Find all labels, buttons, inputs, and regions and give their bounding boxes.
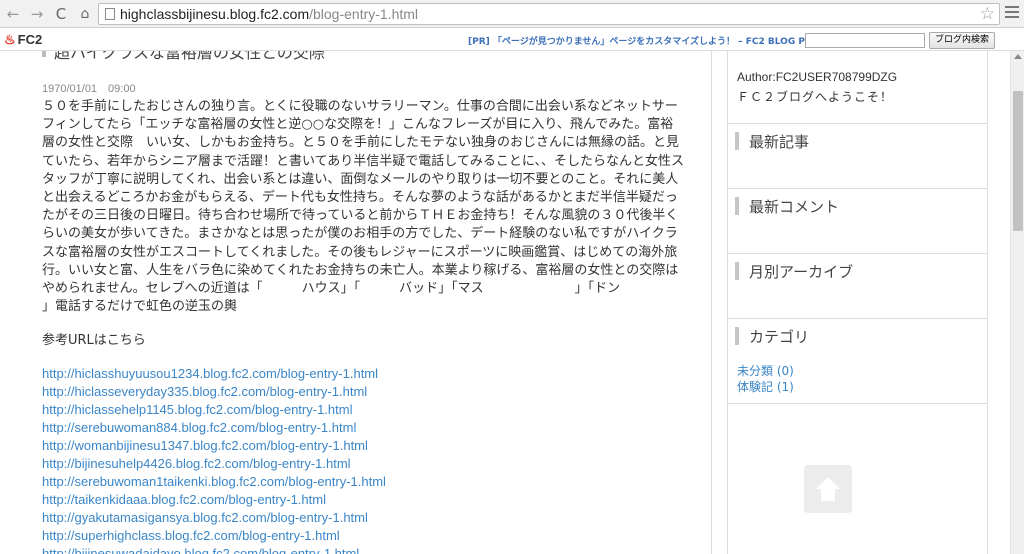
reference-link[interactable]: http://gyakutamasigansya.blog.fc2.com/bl… bbox=[42, 510, 368, 525]
reference-link[interactable]: http://womanbijinesu1347.blog.fc2.com/bl… bbox=[42, 438, 368, 453]
entry-date: 1970/01/01 09:00 bbox=[42, 83, 136, 95]
title-accent-bar bbox=[42, 51, 46, 57]
list-item[interactable]: http://hiclassehelp1145.blog.fc2.com/blo… bbox=[42, 401, 386, 419]
arrow-up-icon bbox=[816, 477, 840, 501]
recent-entries-heading: 最新記事 bbox=[728, 123, 987, 156]
forward-arrow-icon[interactable]: → bbox=[27, 4, 47, 24]
list-item[interactable]: http://womanbijinesu1347.blog.fc2.com/bl… bbox=[42, 437, 386, 455]
category-list: 未分類 (0) 体験記 (1) bbox=[737, 363, 794, 395]
blog-search-button[interactable]: ブログ内検索 bbox=[929, 32, 995, 49]
page-content: 超ハイクラスな富裕層の女性との交際 1970/01/01 09:00 ５０を手前… bbox=[0, 51, 1010, 554]
categories-label: カテゴリ bbox=[749, 328, 810, 346]
reference-link[interactable]: http://hiclasseveryday335.blog.fc2.com/b… bbox=[42, 384, 367, 399]
reference-link[interactable]: http://hiclasshuyuusou1234.blog.fc2.com/… bbox=[42, 366, 378, 381]
list-item[interactable]: http://hiclasseveryday335.blog.fc2.com/b… bbox=[42, 383, 386, 401]
archives-heading: 月別アーカイブ bbox=[728, 253, 987, 286]
list-item[interactable]: http://bijinesuhelp4426.blog.fc2.com/blo… bbox=[42, 455, 386, 473]
scroll-to-top-button[interactable] bbox=[804, 465, 852, 513]
list-item[interactable]: http://serebuwoman884.blog.fc2.com/blog-… bbox=[42, 419, 386, 437]
browser-menu-icon[interactable] bbox=[1005, 6, 1019, 20]
address-bar[interactable]: highclassbijinesu.blog.fc2.com/blog-entr… bbox=[98, 3, 1000, 25]
category-link[interactable]: 体験記 (1) bbox=[737, 379, 794, 395]
page-icon bbox=[105, 8, 115, 20]
reference-link-list: http://hiclasshuyuusou1234.blog.fc2.com/… bbox=[42, 365, 386, 554]
main-column: 超ハイクラスな富裕層の女性との交際 1970/01/01 09:00 ５０を手前… bbox=[26, 51, 712, 554]
welcome-text: ＦＣ２ブログへようこそ！ bbox=[737, 90, 894, 104]
list-item[interactable]: http://taikenkidaaa.blog.fc2.com/blog-en… bbox=[42, 491, 386, 509]
author-name: Author:FC2USER708799DZG bbox=[737, 70, 898, 84]
fc2-logo-text: FC2 bbox=[17, 32, 43, 47]
url-text: highclassbijinesu.blog.fc2.com/blog-entr… bbox=[120, 5, 418, 24]
recent-comments-heading: 最新コメント bbox=[728, 188, 987, 221]
sidebar-divider bbox=[728, 403, 987, 404]
page-scrollbar[interactable] bbox=[1010, 51, 1024, 554]
pr-link[interactable]: [PR] 「ページが見つかりません」ページをカスタマイズしよう！ – FC2 B… bbox=[468, 34, 816, 47]
fc2-logo[interactable]: ♨ FC2 bbox=[4, 32, 42, 48]
heading-accent-bar bbox=[735, 327, 739, 345]
reference-url-label: 参考URLはこちら bbox=[42, 333, 146, 348]
list-item[interactable]: http://serebuwoman1taikenki.blog.fc2.com… bbox=[42, 473, 386, 491]
entry-body: ５０を手前にしたおじさんの独り言。とくに役職のないサラリーマン。仕事の合間に出会… bbox=[42, 99, 712, 315]
list-item[interactable]: http://bijinesuwadaidayo.blog.fc2.com/bl… bbox=[42, 545, 386, 554]
heading-accent-bar bbox=[735, 132, 739, 150]
reload-icon[interactable]: C bbox=[51, 4, 71, 24]
blog-search-input[interactable] bbox=[805, 33, 925, 48]
reference-link[interactable]: http://serebuwoman884.blog.fc2.com/blog-… bbox=[42, 420, 356, 435]
heading-accent-bar bbox=[735, 262, 739, 280]
back-arrow-icon[interactable]: ← bbox=[3, 4, 23, 24]
entry-title[interactable]: 超ハイクラスな富裕層の女性との交際 bbox=[54, 51, 325, 63]
home-icon[interactable]: ⌂ bbox=[75, 4, 95, 24]
reference-link[interactable]: http://hiclassehelp1145.blog.fc2.com/blo… bbox=[42, 402, 352, 417]
url-path: /blog-entry-1.html bbox=[309, 6, 419, 22]
fc2-header-bar: ♨ FC2 [PR] 「ページが見つかりません」ページをカスタマイズしよう！ – … bbox=[0, 29, 1024, 51]
reference-link[interactable]: http://bijinesuwadaidayo.blog.fc2.com/bl… bbox=[42, 546, 359, 554]
flame-icon: ♨ bbox=[4, 32, 16, 47]
reference-link[interactable]: http://bijinesuhelp4426.blog.fc2.com/blo… bbox=[42, 456, 351, 471]
list-item[interactable]: http://superhighclass.blog.fc2.com/blog-… bbox=[42, 527, 386, 545]
url-host: highclassbijinesu.blog.fc2.com bbox=[120, 6, 310, 22]
bookmark-star-icon[interactable]: ☆ bbox=[980, 4, 995, 24]
heading-accent-bar bbox=[735, 197, 739, 215]
recent-entries-label: 最新記事 bbox=[749, 133, 810, 151]
scroll-up-arrow-icon[interactable] bbox=[1014, 54, 1022, 59]
reference-link[interactable]: http://serebuwoman1taikenki.blog.fc2.com… bbox=[42, 474, 386, 489]
categories-heading: カテゴリ bbox=[728, 318, 987, 351]
category-link[interactable]: 未分類 (0) bbox=[737, 363, 794, 379]
sidebar: Author:FC2USER708799DZG ＦＣ２ブログへようこそ！ 最新記… bbox=[727, 51, 988, 554]
list-item[interactable]: http://gyakutamasigansya.blog.fc2.com/bl… bbox=[42, 509, 386, 527]
browser-toolbar: ← → C ⌂ highclassbijinesu.blog.fc2.com/b… bbox=[0, 0, 1024, 28]
recent-comments-label: 最新コメント bbox=[749, 198, 840, 216]
reference-link[interactable]: http://taikenkidaaa.blog.fc2.com/blog-en… bbox=[42, 492, 326, 507]
scrollbar-thumb[interactable] bbox=[1013, 91, 1023, 231]
list-item[interactable]: http://hiclasshuyuusou1234.blog.fc2.com/… bbox=[42, 365, 386, 383]
archives-label: 月別アーカイブ bbox=[749, 263, 854, 281]
reference-link[interactable]: http://superhighclass.blog.fc2.com/blog-… bbox=[42, 528, 340, 543]
